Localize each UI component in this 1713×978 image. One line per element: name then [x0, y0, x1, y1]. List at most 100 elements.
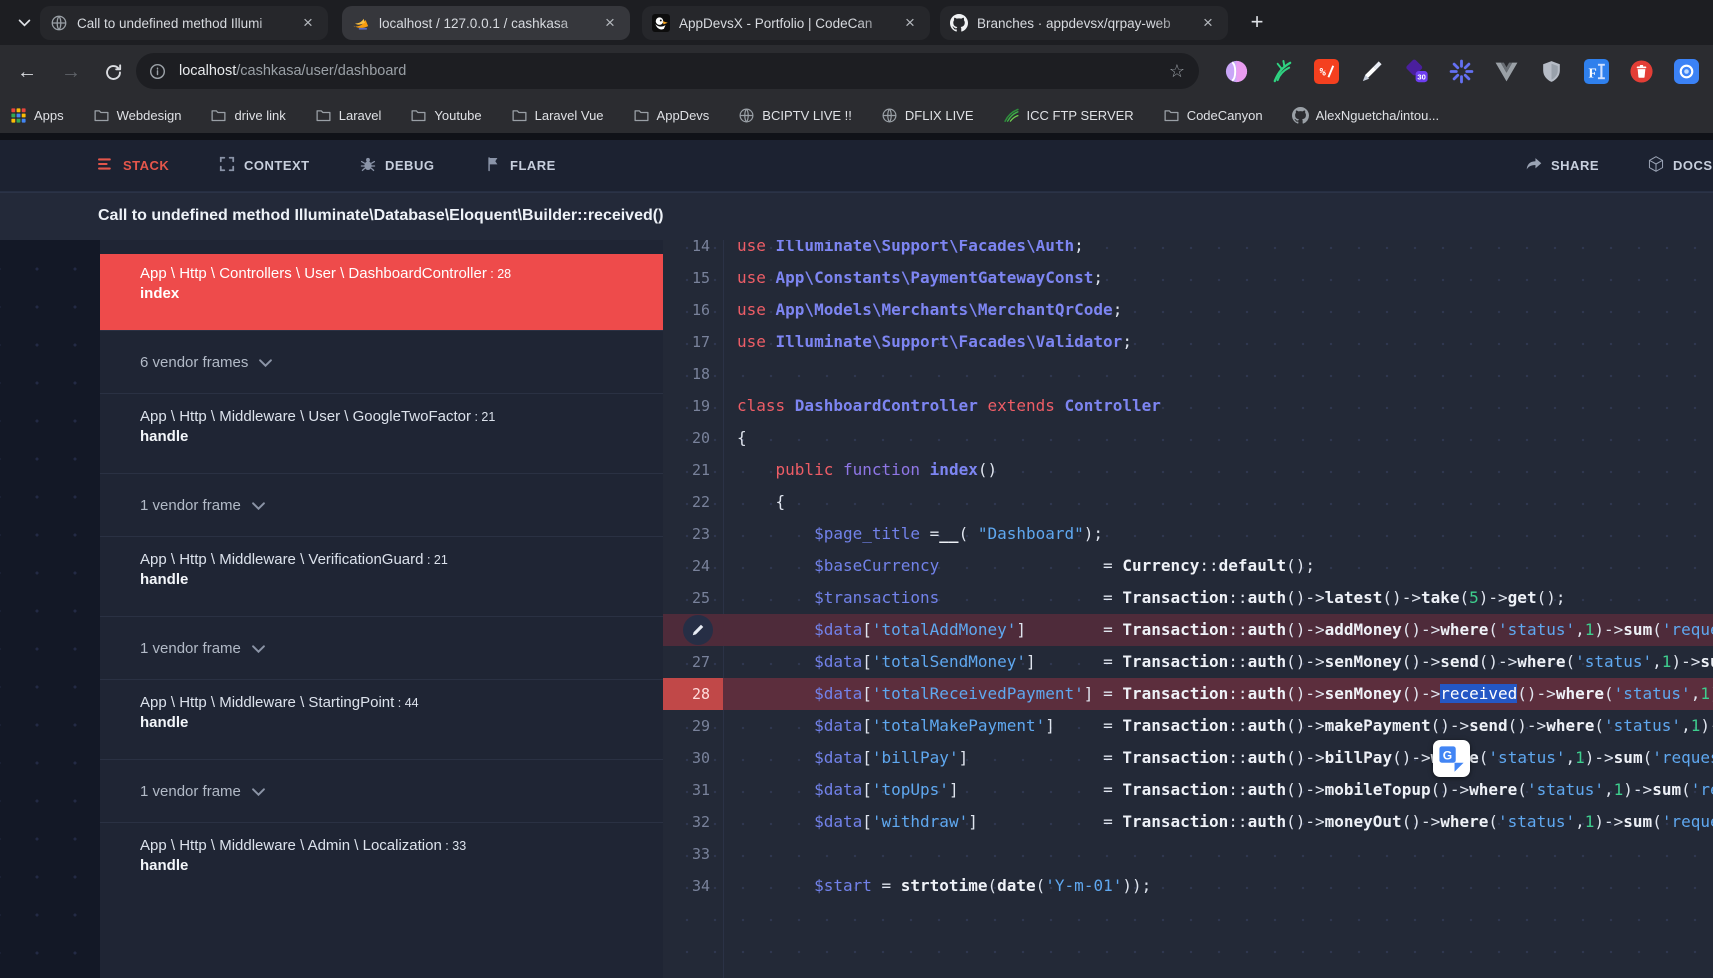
pencil-edit-icon[interactable]	[683, 615, 713, 645]
mantis-extension-icon[interactable]	[1266, 56, 1296, 86]
vendor-frames-label: 1 vendor frame	[140, 783, 241, 800]
tab-flare[interactable]: FLARE	[485, 140, 556, 191]
docs-button[interactable]: DOCS	[1648, 140, 1713, 191]
tab-title: localhost / 127.0.0.1 / cashkasa	[379, 16, 600, 31]
bookmark-item[interactable]: Webdesign	[93, 107, 182, 124]
bookmark-item[interactable]: AlexNguetcha/intou...	[1292, 107, 1440, 124]
bookmark-item[interactable]: Laravel	[315, 107, 382, 124]
blue-app-extension-icon[interactable]	[1671, 56, 1701, 86]
url-text: localhost/cashkasa/user/dashboard	[179, 63, 406, 79]
bookmark-label: Laravel Vue	[535, 108, 604, 123]
frame-line-number: : 28	[487, 267, 511, 281]
code-line: 18	[663, 358, 1713, 390]
info-icon[interactable]	[149, 63, 166, 80]
share-button[interactable]: SHARE	[1526, 140, 1599, 191]
vpn-extension-icon[interactable]: 30	[1401, 56, 1431, 86]
chevron-down-icon	[252, 640, 265, 657]
code-line: 14use Illuminate\Support\Facades\Auth;	[663, 240, 1713, 262]
tab-close-button[interactable]: ×	[298, 13, 318, 33]
code-text: $transactions = Transaction::auth()->lat…	[737, 582, 1565, 614]
new-tab-button[interactable]: +	[1242, 8, 1272, 38]
line-number: 32	[663, 806, 723, 838]
bookmark-item[interactable]: AppDevs	[633, 107, 710, 124]
bookmark-item[interactable]: CodeCanyon	[1163, 107, 1263, 124]
line-number: 23	[663, 518, 723, 550]
tab-stack[interactable]: STACK	[98, 140, 169, 191]
bookmark-star-icon[interactable]: ☆	[1169, 61, 1185, 82]
bookmark-item[interactable]: Laravel Vue	[511, 107, 604, 124]
palette-extension-icon[interactable]	[1221, 56, 1251, 86]
stack-frame[interactable]: App \ Http \ Middleware \ StartingPoint …	[100, 679, 663, 759]
chevron-down-icon	[252, 497, 265, 514]
eyedropper-extension-icon[interactable]	[1356, 56, 1386, 86]
error-page: STACKCONTEXTDEBUGFLARE SHARE DOCS Call t…	[0, 133, 1713, 978]
svg-text:F: F	[1588, 65, 1596, 80]
svg-text:%: %	[1319, 66, 1326, 78]
frame-method: index	[140, 285, 663, 302]
line-number: 17	[663, 326, 723, 358]
forward-button[interactable]: →	[56, 57, 86, 87]
tab-debug[interactable]: DEBUG	[360, 140, 434, 191]
address-bar[interactable]: localhost/cashkasa/user/dashboard ☆	[136, 53, 1199, 89]
reload-button[interactable]	[98, 57, 128, 87]
back-button[interactable]: ←	[12, 57, 42, 87]
frame-method: handle	[140, 857, 663, 874]
code-text: {	[737, 422, 747, 454]
tab-close-button[interactable]: ×	[1198, 13, 1218, 33]
code-line: 27 $data['totalSendMoney'] = Transaction…	[663, 646, 1713, 678]
globe-icon	[881, 107, 898, 124]
code-text: use App\Models\Merchants\MerchantQrCode;	[737, 294, 1122, 326]
leaf-icon	[1003, 107, 1020, 124]
frame-method: handle	[140, 571, 663, 588]
apps-grid-icon	[10, 107, 27, 124]
line-number: 15	[663, 262, 723, 294]
bookmark-item[interactable]: drive link	[210, 107, 285, 124]
code-line: 34 $start = strtotime(date('Y-m-01'));	[663, 870, 1713, 902]
google-translate-icon[interactable]: G	[1433, 740, 1470, 777]
vendor-frames-toggle[interactable]: 1 vendor frame	[100, 616, 663, 679]
bookmark-label: DFLIX LIVE	[905, 108, 974, 123]
vendor-frames-toggle[interactable]: 6 vendor frames	[100, 330, 663, 393]
vendor-frames-toggle[interactable]: 1 vendor frame	[100, 473, 663, 536]
stack-frame[interactable]: App \ Http \ Middleware \ User \ GoogleT…	[100, 393, 663, 473]
fonts-extension-icon[interactable]: F	[1581, 56, 1611, 86]
share-icon	[1526, 156, 1542, 175]
vue-extension-icon[interactable]	[1491, 56, 1521, 86]
stack-frame-active[interactable]: App \ Http \ Controllers \ User \ Dashbo…	[100, 254, 663, 330]
frame-line-number: : 44	[394, 696, 418, 710]
url-host: localhost	[179, 63, 236, 79]
line-number: 31	[663, 774, 723, 806]
chevron-down-icon[interactable]	[12, 12, 36, 32]
frame-line-number: : 21	[471, 410, 495, 424]
tab-close-button[interactable]: ×	[900, 13, 920, 33]
browser-tab[interactable]: localhost / 127.0.0.1 / cashkasa×	[342, 6, 630, 40]
stack-frame[interactable]: App \ Http \ Middleware \ Admin \ Locali…	[100, 822, 663, 902]
code-text: $data['totalMakePayment'] = Transaction:…	[737, 710, 1713, 742]
tab-label: STACK	[123, 158, 169, 173]
bookmark-item[interactable]: Apps	[10, 107, 64, 124]
tab-context[interactable]: CONTEXT	[219, 140, 310, 191]
trash-extension-icon[interactable]	[1626, 56, 1656, 86]
tab-strip: Call to undefined method Illumi× localhos…	[0, 0, 1713, 45]
bookmark-item[interactable]: ICC FTP SERVER	[1003, 107, 1134, 124]
tab-close-button[interactable]: ×	[600, 13, 620, 33]
frame-line-number: : 33	[442, 839, 466, 853]
tab-title: AppDevsX - Portfolio | CodeCan	[679, 16, 900, 31]
svg-text:30: 30	[1417, 72, 1425, 81]
stack-frame[interactable]: App \ Http \ Middleware \ VerificationGu…	[100, 536, 663, 616]
browser-tab[interactable]: AppDevsX - Portfolio | CodeCan×	[642, 6, 930, 40]
bookmark-item[interactable]: Youtube	[410, 107, 481, 124]
browser-tab[interactable]: Call to undefined method Illumi×	[40, 6, 328, 40]
vendor-frames-label: 6 vendor frames	[140, 354, 248, 371]
browser-tab[interactable]: Branches · appdevsx/qrpay-web×	[940, 6, 1228, 40]
bookmarks-bar: Apps Webdesign drive link Laravel Youtube Lar…	[0, 97, 1713, 133]
code-extension-icon[interactable]: %	[1311, 56, 1341, 86]
bookmark-item[interactable]: BCIPTV LIVE !!	[738, 107, 852, 124]
spinner-extension-icon[interactable]	[1446, 56, 1476, 86]
code-line: 24 $baseCurrency = Currency::default();	[663, 550, 1713, 582]
left-gutter-strip	[0, 240, 100, 978]
vendor-frames-toggle[interactable]: 1 vendor frame	[100, 759, 663, 822]
shield-extension-icon[interactable]	[1536, 56, 1566, 86]
sidebar-spacer	[100, 240, 663, 254]
bookmark-item[interactable]: DFLIX LIVE	[881, 107, 974, 124]
